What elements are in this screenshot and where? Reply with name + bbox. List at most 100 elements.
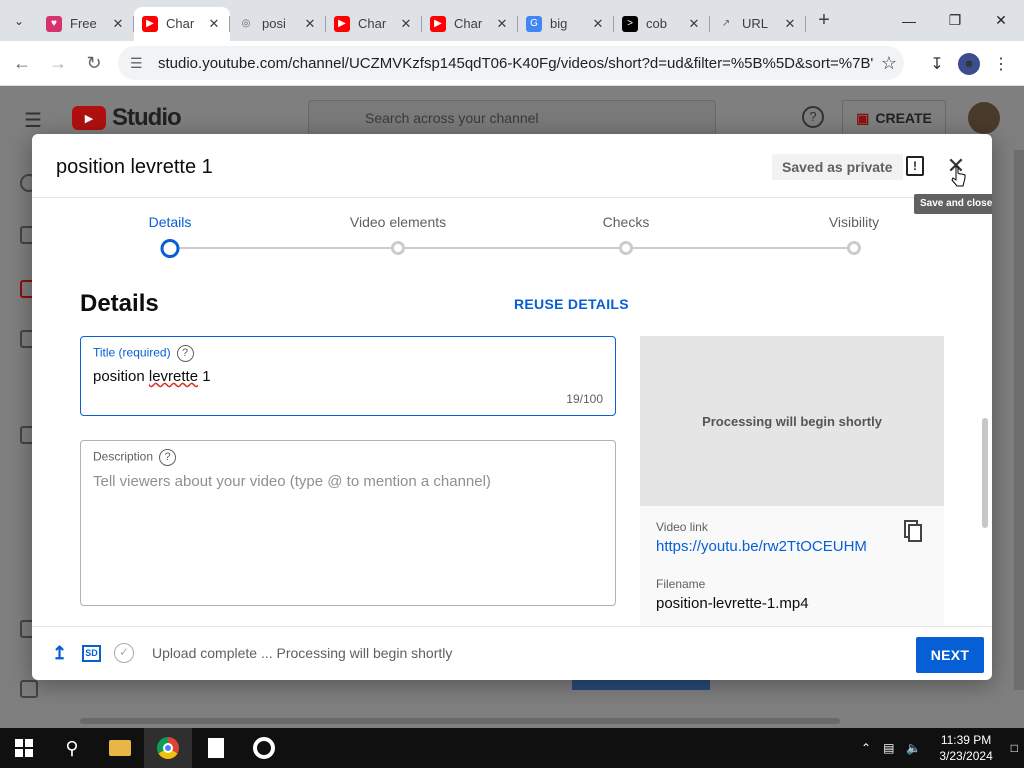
step-video-elements-dot[interactable] bbox=[391, 241, 405, 255]
tab-title: Char bbox=[166, 16, 195, 31]
feedback-icon[interactable]: ! bbox=[906, 156, 924, 176]
tab-search-chevron-icon[interactable]: ⌄ bbox=[0, 0, 38, 41]
upload-icon[interactable]: ↥ bbox=[52, 643, 67, 664]
title-field-label: Title (required)? bbox=[93, 345, 194, 362]
step-details[interactable]: Details bbox=[149, 214, 192, 230]
hamburger-menu-icon[interactable]: ☰ bbox=[24, 108, 42, 133]
maximize-icon[interactable]: ❐ bbox=[932, 0, 978, 41]
studio-logo-text[interactable]: Studio bbox=[112, 104, 182, 132]
channel-search-input[interactable]: Search across your channel bbox=[308, 100, 716, 136]
browser-tab[interactable]: Gbig ✕ bbox=[518, 7, 614, 41]
notifications-icon[interactable]: □ bbox=[1011, 741, 1018, 755]
reload-icon[interactable]: ↻ bbox=[76, 53, 112, 74]
create-label: CREATE bbox=[875, 110, 932, 126]
browser-tab[interactable]: ▶ Char ✕ bbox=[422, 7, 518, 41]
browser-tab[interactable]: ♥ Free ✕ bbox=[38, 7, 134, 41]
reuse-details-button[interactable]: REUSE DETAILS bbox=[514, 296, 629, 312]
tab-close-icon[interactable]: ✕ bbox=[110, 16, 126, 32]
browser-menu-icon[interactable]: ⋮ bbox=[986, 49, 1016, 79]
volume-muted-icon[interactable]: 🔈 bbox=[906, 741, 921, 755]
tab-strip: ♥ Free ✕ ▶ Char ✕ ◎ posi ✕ ▶ Char ✕ ▶ Char ✕ Gbig ✕ > cob ✕… bbox=[38, 1, 806, 41]
description-field-label: Description? bbox=[93, 449, 177, 466]
saved-status-chip: Saved as private bbox=[772, 154, 903, 180]
tab-close-icon[interactable]: ✕ bbox=[398, 16, 414, 32]
youtube-icon: ▶ bbox=[142, 15, 158, 32]
step-visibility[interactable]: Visibility bbox=[829, 214, 879, 230]
browser-toolbar-icons: ↧ ☻ ⋮ bbox=[922, 49, 1016, 79]
clock-time: 11:39 PM bbox=[940, 733, 992, 747]
download-icon[interactable]: ↧ bbox=[922, 49, 952, 79]
copy-icon[interactable] bbox=[908, 524, 922, 542]
video-details-dialog: position levrette 1 Saved as private ! ✕… bbox=[32, 134, 992, 680]
tab-close-icon[interactable]: ✕ bbox=[494, 16, 510, 32]
tab-title: Free bbox=[70, 16, 97, 31]
step-video-elements[interactable]: Video elements bbox=[350, 214, 446, 230]
video-thumbnail: Processing will begin shortly bbox=[640, 336, 944, 506]
omnibox[interactable]: ☰ studio.youtube.com/channel/UCZMVKzfsp1… bbox=[118, 46, 904, 80]
save-and-close-tooltip: Save and close bbox=[914, 194, 992, 214]
description-label-text: Description bbox=[93, 449, 154, 464]
address-bar-row: ← → ↻ ☰ studio.youtube.com/channel/UCZMV… bbox=[0, 41, 1024, 86]
checks-status-icon[interactable]: ✓ bbox=[114, 643, 134, 663]
description-input[interactable]: Tell viewers about your video (type @ to… bbox=[93, 473, 491, 490]
video-link-label: Video link bbox=[656, 520, 708, 534]
step-checks[interactable]: Checks bbox=[603, 214, 650, 230]
windows-taskbar: ⚲ ⌃ ▤ 🔈 11:39 PM 3/23/2024 □ bbox=[0, 728, 1024, 768]
step-visibility-dot[interactable] bbox=[847, 241, 861, 255]
tab-close-icon[interactable]: ✕ bbox=[302, 16, 318, 32]
page-scrollbar[interactable] bbox=[1014, 150, 1024, 690]
nav-feedback-icon[interactable] bbox=[20, 680, 38, 698]
tab-close-icon[interactable]: ✕ bbox=[686, 16, 702, 32]
chrome-taskbar-icon[interactable] bbox=[144, 728, 192, 768]
site-info-icon[interactable]: ☰ bbox=[130, 55, 150, 72]
tab-close-icon[interactable]: ✕ bbox=[590, 16, 606, 32]
search-icon[interactable]: ⚲ bbox=[48, 728, 96, 768]
title-field[interactable]: Title (required)? position levrette 1 19… bbox=[80, 336, 616, 416]
browser-tab-bar: ⌄ ♥ Free ✕ ▶ Char ✕ ◎ posi ✕ ▶ Char ✕ ▶ Char ✕ Gbig ✕ > co… bbox=[0, 0, 1024, 41]
windows-start-icon[interactable] bbox=[0, 728, 48, 768]
page-horizontal-scrollbar[interactable] bbox=[80, 718, 840, 724]
google-icon: G bbox=[526, 15, 542, 32]
network-icon[interactable]: ▤ bbox=[883, 741, 894, 755]
step-details-dot[interactable] bbox=[160, 239, 180, 258]
create-button[interactable]: ▣ CREATE bbox=[842, 100, 946, 136]
forward-arrow-icon[interactable]: → bbox=[40, 53, 76, 74]
browser-tab[interactable]: ▶ Char ✕ bbox=[134, 6, 230, 41]
youtube-logo-icon[interactable]: ▶ bbox=[72, 106, 106, 130]
channel-avatar[interactable] bbox=[968, 102, 1000, 134]
description-field[interactable]: Description? Tell viewers about your vid… bbox=[80, 440, 616, 606]
tray-chevron-icon[interactable]: ⌃ bbox=[861, 741, 871, 755]
bookmark-star-icon[interactable]: ☆ bbox=[874, 53, 904, 74]
dialog-scrollbar[interactable] bbox=[982, 418, 988, 528]
next-button[interactable]: NEXT bbox=[916, 637, 984, 673]
tab-title: URL bbox=[742, 16, 769, 31]
profile-avatar-icon[interactable]: ☻ bbox=[958, 53, 980, 75]
description-help-icon[interactable]: ? bbox=[159, 449, 177, 466]
title-help-icon[interactable]: ? bbox=[176, 345, 194, 362]
sd-badge-icon[interactable]: SD bbox=[82, 645, 101, 662]
browser-tab[interactable]: ↗ URL ✕ bbox=[710, 7, 806, 41]
close-window-icon[interactable]: ✕ bbox=[978, 0, 1024, 41]
tab-close-icon[interactable]: ✕ bbox=[206, 16, 222, 32]
video-link[interactable]: https://youtu.be/rw2TtOCEUHM bbox=[656, 538, 867, 555]
new-tab-button[interactable]: + bbox=[806, 9, 842, 32]
tab-close-icon[interactable]: ✕ bbox=[782, 16, 798, 32]
browser-tab[interactable]: ◎ posi ✕ bbox=[230, 7, 326, 41]
minimize-icon[interactable]: — bbox=[886, 0, 932, 41]
youtube-icon: ▶ bbox=[430, 15, 446, 32]
notepad-icon[interactable] bbox=[192, 728, 240, 768]
back-arrow-icon[interactable]: ← bbox=[4, 53, 40, 74]
browser-tab[interactable]: ▶ Char ✕ bbox=[326, 7, 422, 41]
heart-icon: ♥ bbox=[46, 15, 62, 32]
help-icon[interactable]: ? bbox=[802, 106, 824, 128]
opera-icon[interactable] bbox=[240, 728, 288, 768]
browser-tab[interactable]: > cob ✕ bbox=[614, 7, 710, 41]
title-text-c: 1 bbox=[198, 368, 211, 385]
tab-title: big bbox=[550, 16, 568, 31]
dialog-header: position levrette 1 Saved as private ! ✕… bbox=[32, 134, 992, 214]
title-input[interactable]: position levrette 1 bbox=[93, 368, 211, 385]
clock[interactable]: 11:39 PM 3/23/2024 bbox=[939, 732, 992, 764]
url-text[interactable]: studio.youtube.com/channel/UCZMVKzfsp145… bbox=[158, 55, 874, 72]
file-explorer-icon[interactable] bbox=[96, 728, 144, 768]
step-checks-dot[interactable] bbox=[619, 241, 633, 255]
